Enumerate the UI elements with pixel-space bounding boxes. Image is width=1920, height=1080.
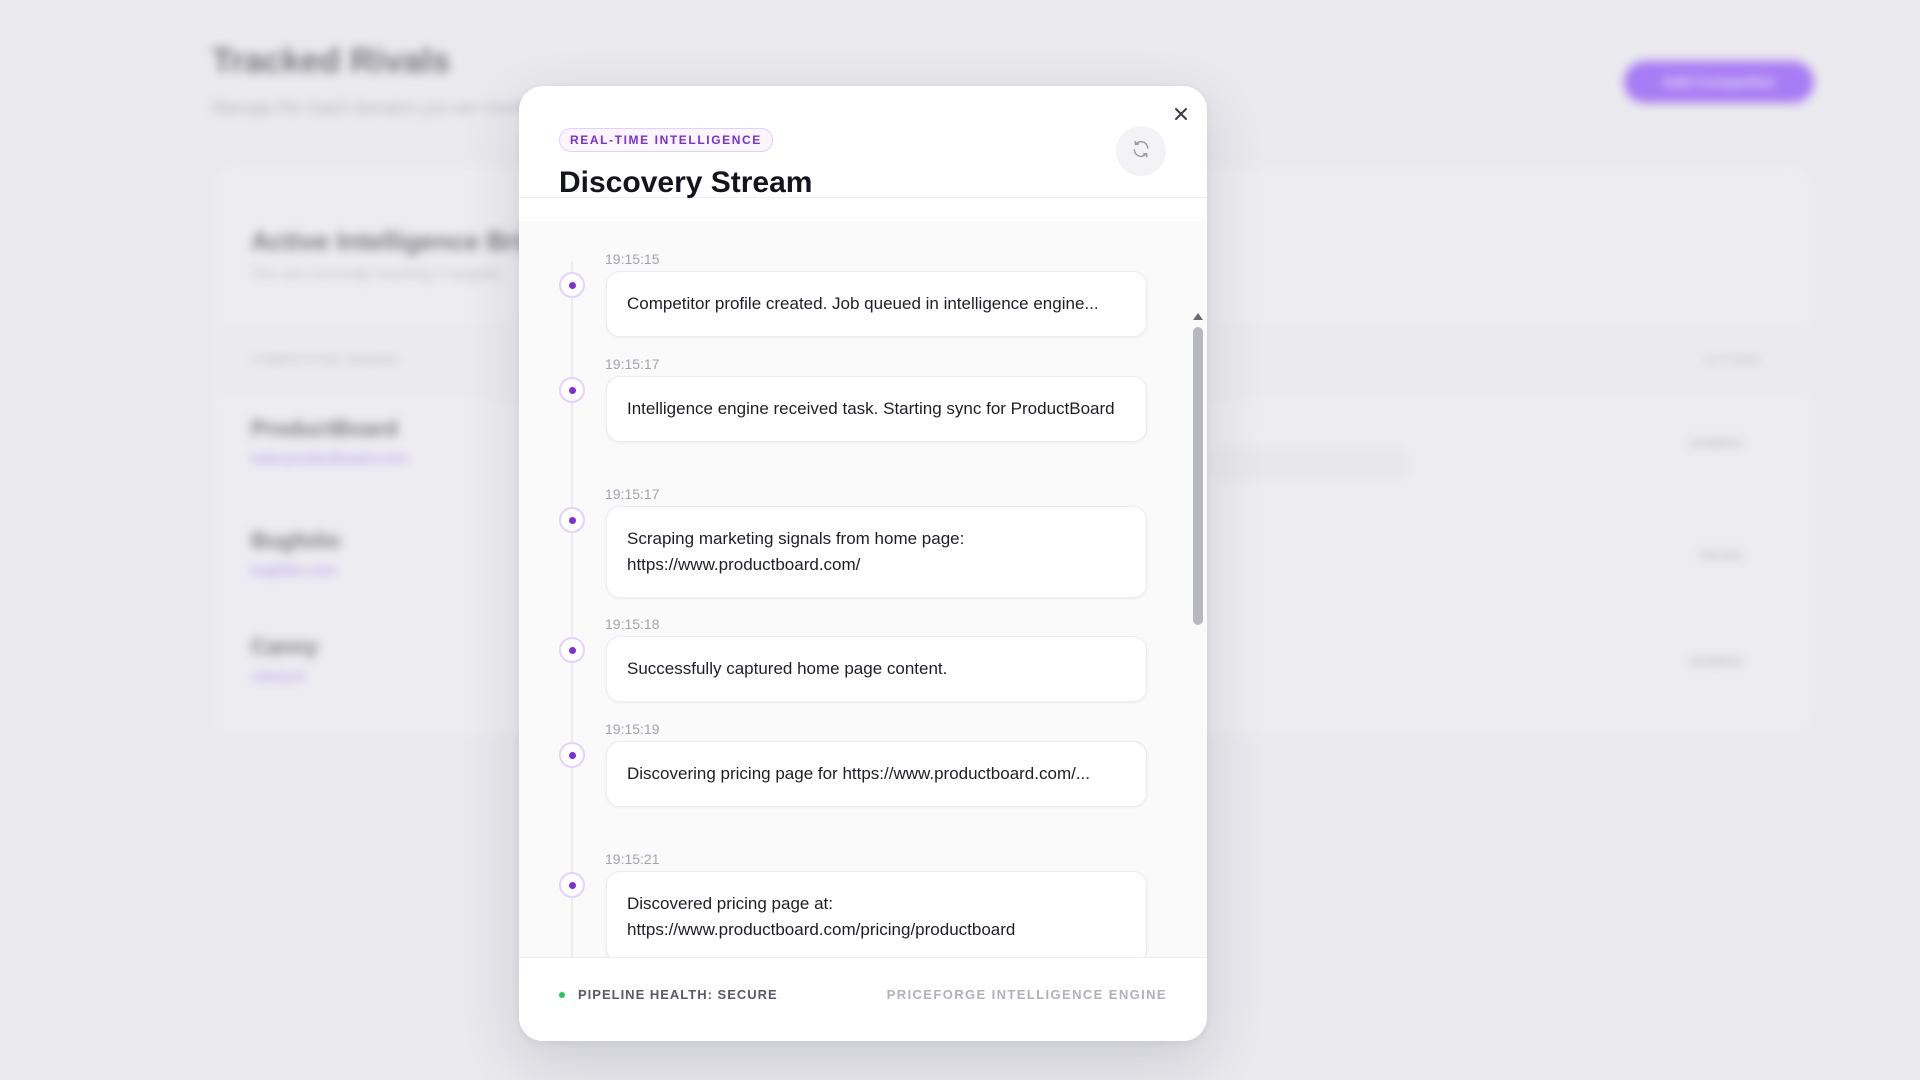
pipeline-health-label: PIPELINE HEALTH: SECURE [578, 987, 778, 1002]
event-message: Competitor profile created. Job queued i… [606, 271, 1147, 337]
status-dot-icon [559, 991, 565, 998]
event-timestamp: 19:15:17 [605, 356, 660, 372]
realtime-badge: REAL-TIME INTELLIGENCE [559, 128, 773, 152]
close-icon [1173, 106, 1189, 127]
timeline-dot-icon [559, 272, 585, 298]
discovery-stream-modal: REAL-TIME INTELLIGENCE Discovery Stream [519, 86, 1207, 1041]
timeline-dot-icon [559, 377, 585, 403]
pipeline-health: PIPELINE HEALTH: SECURE [559, 987, 778, 1002]
timeline-dot-icon [559, 872, 585, 898]
event-timestamp: 19:15:17 [605, 486, 660, 502]
refresh-icon [1131, 139, 1151, 164]
modal-header: REAL-TIME INTELLIGENCE Discovery Stream [519, 86, 1207, 199]
timeline-dot-icon [559, 742, 585, 768]
engine-label: PRICEFORGE INTELLIGENCE ENGINE [886, 987, 1167, 1002]
timeline-dot-icon [559, 507, 585, 533]
refresh-button[interactable] [1116, 126, 1166, 176]
modal-title: Discovery Stream [559, 166, 813, 199]
scroll-up-arrow-icon[interactable] [1193, 313, 1203, 320]
scrollbar[interactable] [1189, 221, 1207, 1025]
close-button[interactable] [1165, 100, 1197, 132]
event-message: Successfully captured home page content. [606, 636, 1147, 702]
timeline-dot-icon [559, 637, 585, 663]
event-timestamp: 19:15:15 [605, 251, 660, 267]
event-timestamp: 19:15:18 [605, 616, 660, 632]
modal-footer: PIPELINE HEALTH: SECURE PRICEFORGE INTEL… [519, 957, 1207, 1041]
event-message: Scraping marketing signals from home pag… [606, 506, 1147, 598]
event-timestamp: 19:15:21 [605, 851, 660, 867]
event-timestamp: 19:15:19 [605, 721, 660, 737]
event-message: Intelligence engine received task. Start… [606, 376, 1147, 442]
event-list: 19:15:15 Competitor profile created. Job… [519, 221, 1189, 1025]
event-message: Discovering pricing page for https://www… [606, 741, 1147, 807]
event-stream[interactable]: 19:15:15 Competitor profile created. Job… [519, 221, 1207, 1025]
scrollbar-thumb[interactable] [1193, 327, 1203, 625]
event-message: Discovered pricing page at: https://www.… [606, 871, 1147, 963]
